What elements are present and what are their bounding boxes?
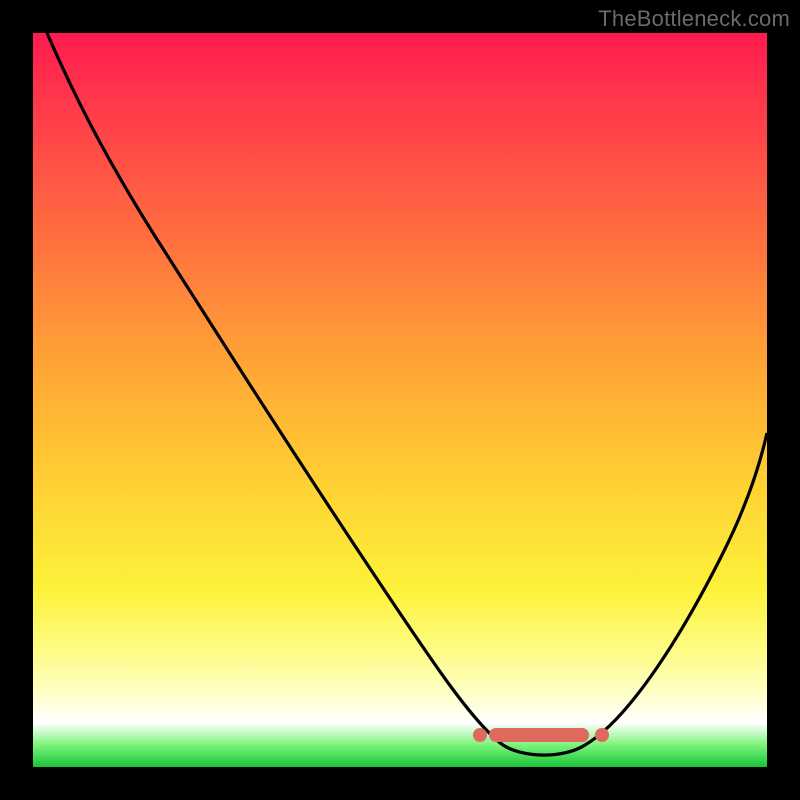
band-segment	[489, 728, 589, 742]
band-end-dot	[595, 728, 609, 742]
attribution-watermark: TheBottleneck.com	[598, 6, 790, 32]
bottleneck-curve	[33, 33, 767, 767]
optimal-range-marker	[477, 728, 607, 742]
plot-area	[33, 33, 767, 767]
band-start-dot	[473, 728, 487, 742]
chart-frame: TheBottleneck.com	[0, 0, 800, 800]
